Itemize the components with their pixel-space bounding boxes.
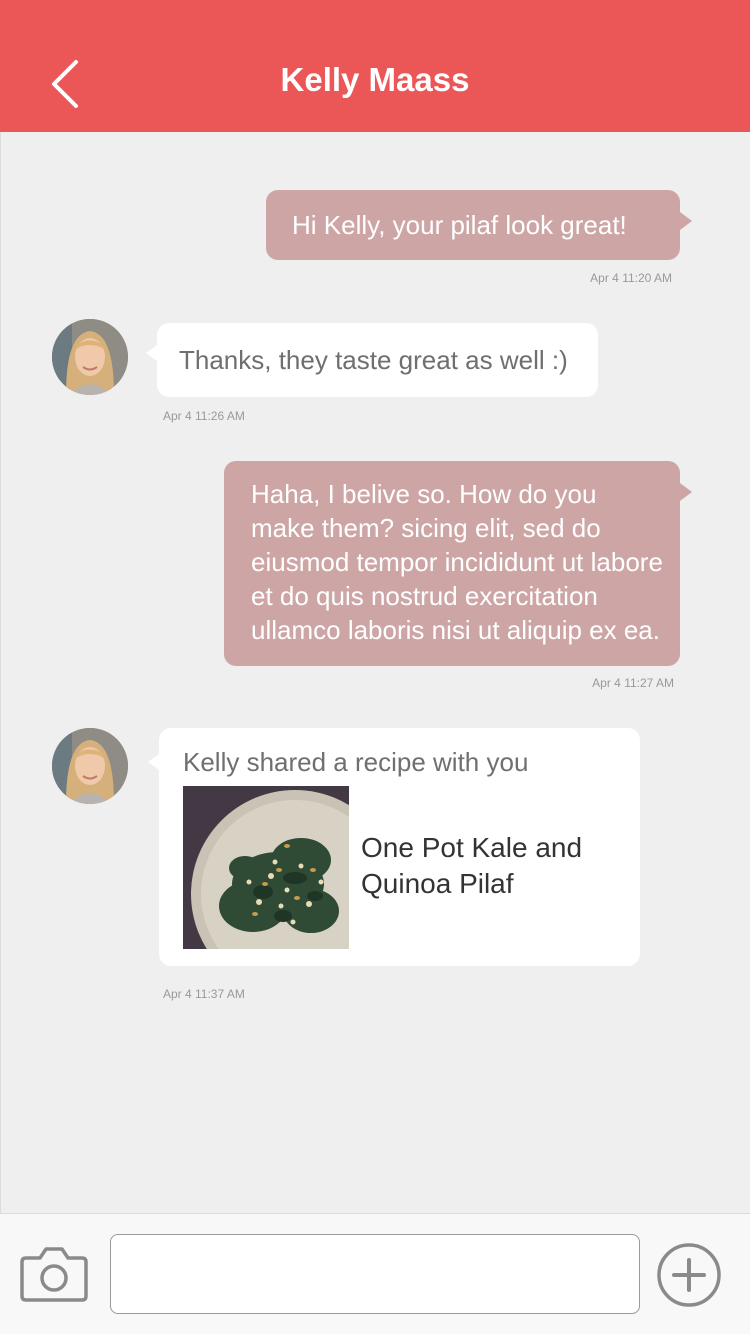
recipe-share-card[interactable]: Kelly shared a recipe with you One Pot K…: [148, 728, 640, 966]
camera-icon: [20, 1247, 88, 1302]
camera-button[interactable]: [18, 1244, 90, 1304]
message-timestamp: Apr 4 11:27 AM: [592, 676, 674, 690]
recipe-image[interactable]: [183, 786, 349, 949]
header-bar: Kelly Maass: [0, 0, 750, 132]
avatar[interactable]: [52, 728, 128, 804]
message-text: Thanks, they taste great as well :): [179, 345, 568, 375]
avatar[interactable]: [52, 319, 128, 395]
message-bubble-outgoing[interactable]: Haha, I belive so. How do you make them?…: [224, 461, 692, 666]
message-text: Haha, I belive so. How do you make them?…: [251, 479, 663, 645]
message-timestamp: Apr 4 11:20 AM: [590, 271, 672, 285]
recipe-title[interactable]: One Pot Kale and Quinoa Pilaf: [361, 830, 621, 902]
message-input[interactable]: [110, 1234, 640, 1314]
recipe-share-caption: Kelly shared a recipe with you: [183, 747, 529, 777]
message-text: Hi Kelly, your pilaf look great!: [292, 210, 627, 240]
message-timestamp: Apr 4 11:26 AM: [163, 409, 245, 423]
message-timestamp: Apr 4 11:37 AM: [163, 987, 245, 1001]
message-bubble-incoming[interactable]: Thanks, they taste great as well :): [146, 323, 598, 397]
plus-circle-icon: [657, 1243, 721, 1307]
chat-thread[interactable]: Hi Kelly, your pilaf look great! Apr 4 1…: [0, 132, 750, 1213]
message-bubble-outgoing[interactable]: Hi Kelly, your pilaf look great!: [266, 190, 692, 260]
page-title: Kelly Maass: [280, 61, 470, 98]
message-composer: [0, 1213, 750, 1334]
add-attachment-button[interactable]: [656, 1242, 722, 1308]
